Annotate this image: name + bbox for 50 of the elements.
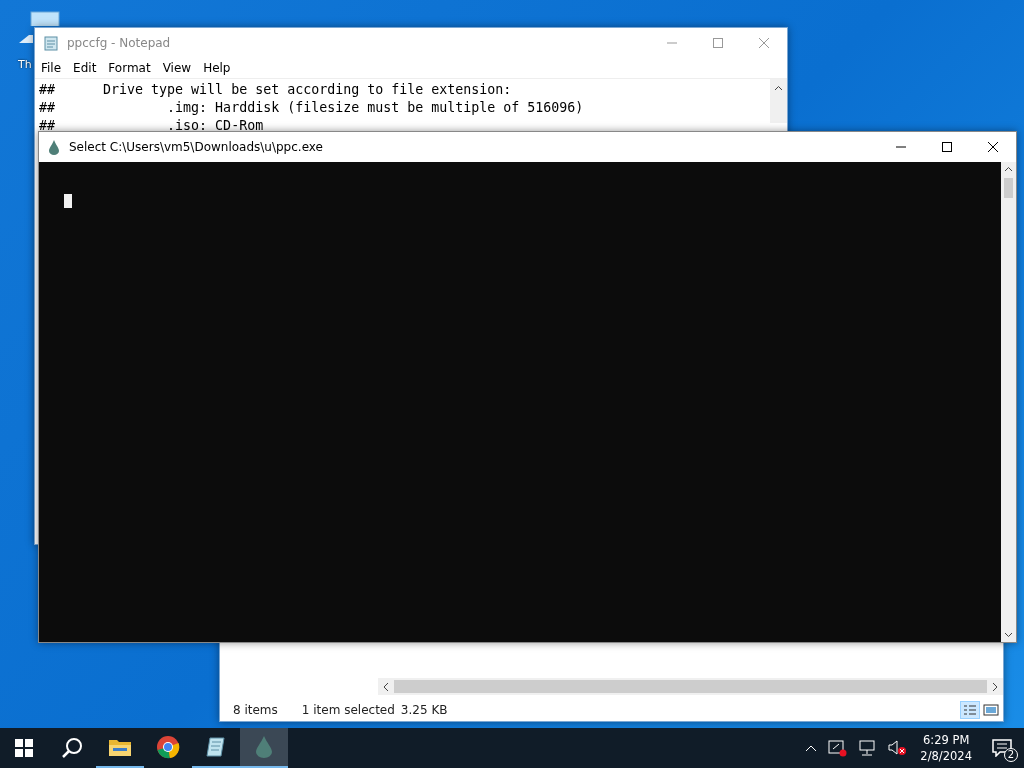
status-text: 3.25 KB	[400, 703, 448, 717]
scroll-thumb[interactable]	[1004, 178, 1013, 198]
monitor-stand-icon[interactable]	[19, 35, 33, 43]
clock-date: 2/8/2024	[920, 748, 972, 764]
horizontal-scrollbar[interactable]	[378, 678, 1003, 695]
maximize-icon	[942, 142, 952, 152]
speaker-muted-icon[interactable]	[887, 739, 908, 757]
notepad-icon	[43, 35, 59, 51]
drop-icon	[47, 139, 61, 155]
windows-logo-icon	[15, 739, 33, 757]
menu-item[interactable]: File	[35, 61, 68, 75]
menu-item[interactable]: View	[156, 61, 198, 75]
scroll-right-icon[interactable]	[991, 681, 999, 692]
security-icon[interactable]	[827, 739, 848, 757]
search-icon	[61, 737, 83, 759]
menu-item[interactable]: Edit	[67, 61, 103, 75]
maximize-icon	[713, 38, 723, 48]
menu-item[interactable]: Format	[102, 61, 157, 75]
message-icon	[992, 739, 1012, 757]
scroll-left-icon[interactable]	[382, 681, 390, 692]
clock-time: 6:29 PM	[923, 732, 970, 748]
close-icon	[759, 38, 769, 48]
status-text: 1 item selected	[301, 703, 395, 717]
text-line: ## Drive type will be set according to file extension:	[39, 81, 513, 99]
scroll-up-icon[interactable]	[1004, 166, 1013, 172]
text-line: ## .img: Harddisk (filesize must be multiple of 516096)	[39, 99, 585, 117]
browser-icon	[156, 735, 180, 759]
scroll-up-icon[interactable]	[774, 85, 783, 91]
close-icon	[988, 142, 998, 152]
details-view-icon[interactable]	[960, 701, 980, 719]
folder-icon	[108, 737, 132, 757]
network-icon[interactable]	[857, 739, 878, 757]
menu-item[interactable]: Help	[197, 61, 237, 75]
text-line: ## .iso: CD-Rom	[39, 117, 265, 135]
scrollbar[interactable]	[770, 79, 787, 123]
preview-view-icon[interactable]	[983, 703, 999, 717]
status-text: 8 items	[233, 703, 278, 717]
drop-icon	[254, 735, 274, 759]
chevron-up-icon[interactable]	[805, 744, 818, 752]
window-title: ppccfg - Notepad	[67, 36, 171, 50]
scroll-thumb[interactable]	[394, 680, 987, 693]
notification-count: 2	[1004, 748, 1018, 762]
notification-button[interactable]: 2	[980, 728, 1024, 768]
desktop-icon-label[interactable]: Th	[18, 58, 32, 71]
window-title: Select C:\Users\vm5\Downloads\u\ppc.exe	[69, 140, 323, 154]
text-cursor	[64, 194, 72, 208]
clock[interactable]: 6:29 PM 2/8/2024	[912, 732, 980, 764]
scrollbar[interactable]	[1001, 162, 1016, 642]
scroll-down-icon[interactable]	[1004, 632, 1013, 638]
notepad-icon	[205, 736, 227, 758]
